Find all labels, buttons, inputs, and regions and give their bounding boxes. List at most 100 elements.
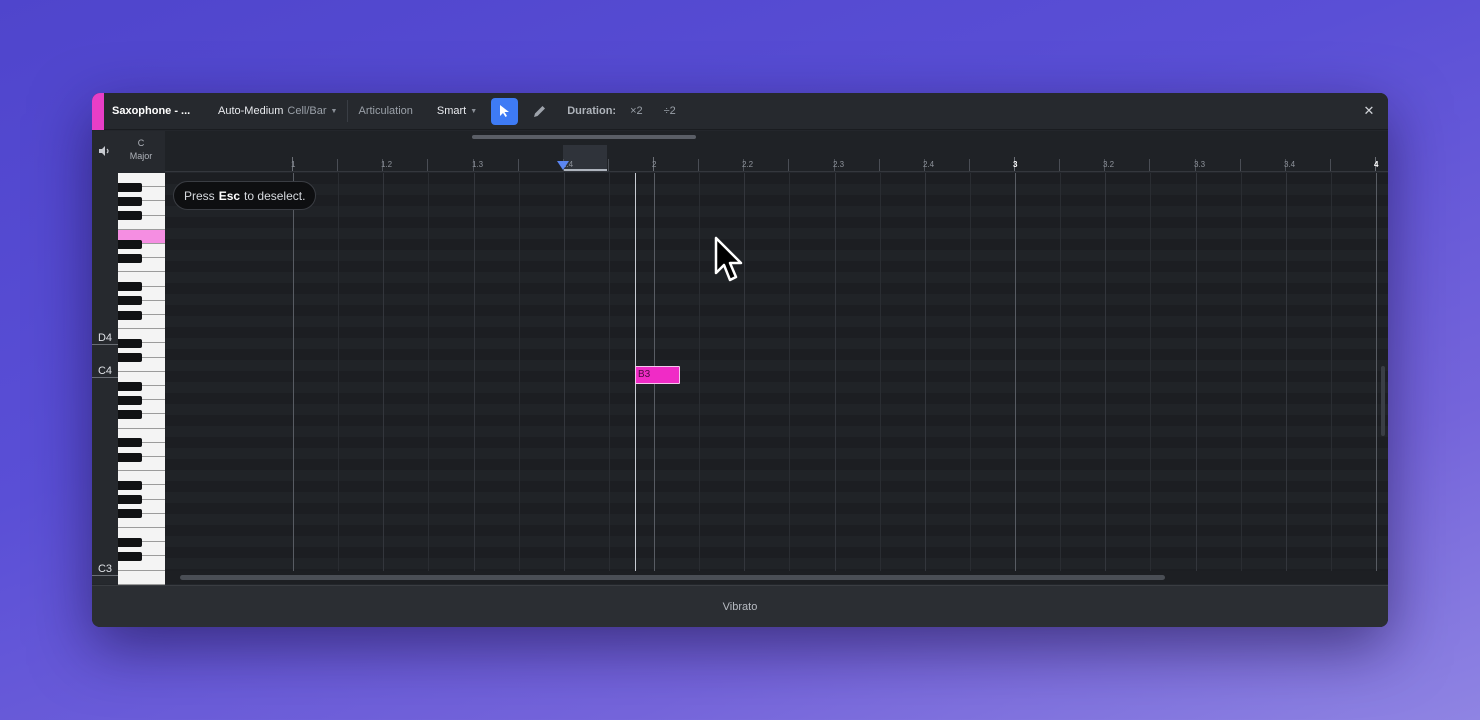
grid-line: [1196, 173, 1197, 584]
piano-black-key[interactable]: [118, 282, 142, 292]
grid-line: [428, 173, 429, 584]
grid-row: [165, 195, 1388, 206]
toolbar-divider: [347, 100, 349, 122]
grid-row: [165, 349, 1388, 360]
horizontal-scrollbar-thumb[interactable]: [180, 575, 1165, 580]
grid-line: [1105, 173, 1106, 584]
ruler-label: 2: [652, 160, 657, 169]
grid-row: [165, 525, 1388, 536]
duration-multiply-button[interactable]: ×2: [630, 105, 643, 117]
ruler-label: 2.4: [923, 160, 935, 169]
deselect-hint-tooltip: Press Esc to deselect.: [173, 181, 317, 210]
ruler-scroll-indicator[interactable]: [472, 135, 696, 139]
piano-black-key[interactable]: [118, 480, 142, 490]
speaker-icon[interactable]: [98, 145, 112, 157]
grid-line: [474, 173, 475, 584]
piano-black-key[interactable]: [118, 381, 142, 391]
grid-row: [165, 459, 1388, 470]
grid-line: [564, 173, 565, 584]
piano-black-key[interactable]: [118, 509, 142, 519]
grid-row: [165, 481, 1388, 492]
piano-black-key[interactable]: [118, 495, 142, 505]
piano-black-key[interactable]: [118, 338, 142, 348]
quantize-dropdown[interactable]: Auto-Medium Cell/Bar ▼: [218, 105, 337, 117]
piano-black-key[interactable]: [118, 438, 142, 448]
grid-row: [165, 173, 1388, 184]
grid-line: [609, 173, 610, 584]
piano-black-key[interactable]: [118, 296, 142, 306]
grid-line: [519, 173, 520, 584]
piano-white-key[interactable]: [118, 571, 165, 585]
horizontal-scrollbar[interactable]: [165, 571, 1388, 584]
grid-row: [165, 217, 1388, 228]
scale-selector[interactable]: C Major: [118, 137, 164, 163]
grid-row: [165, 261, 1388, 272]
vertical-scrollbar-thumb[interactable]: [1381, 366, 1385, 436]
piano-black-key[interactable]: [118, 182, 142, 192]
piano-black-key[interactable]: [118, 353, 142, 363]
timeline-ruler[interactable]: 11.21.31.422.22.32.433.23.33.444.2: [165, 131, 1388, 172]
pencil-tool-button[interactable]: [526, 98, 553, 125]
ruler-tick: [427, 159, 428, 171]
grid-line: [925, 173, 926, 584]
piano-black-key[interactable]: [118, 537, 142, 547]
piano-roll-toolbar: Saxophone - ... Auto-Medium Cell/Bar ▼ A…: [92, 93, 1388, 130]
ruler-tick: [879, 159, 880, 171]
piano-black-key[interactable]: [118, 395, 142, 405]
duration-label: Duration:: [567, 105, 617, 117]
piano-black-key[interactable]: [118, 310, 142, 320]
ruler-label: 3: [1013, 160, 1018, 169]
ruler-tick: [608, 159, 609, 171]
ruler-tick: [698, 159, 699, 171]
hint-key: Esc: [218, 188, 241, 203]
grid-row: [165, 437, 1388, 448]
ruler-tick: [1059, 159, 1060, 171]
piano-black-key[interactable]: [118, 452, 142, 462]
ruler-label: 3.4: [1284, 160, 1296, 169]
grid-line: [1241, 173, 1242, 584]
grid-bar-line: [1376, 173, 1377, 584]
caret-down-icon: ▼: [470, 107, 478, 115]
ruler-tick: [518, 159, 519, 171]
grid-row: [165, 283, 1388, 294]
midi-note[interactable]: B3: [635, 366, 680, 384]
note-grid[interactable]: B3: [165, 173, 1388, 584]
grid-line: [699, 173, 700, 584]
grid-bar-line: [1015, 173, 1016, 584]
piano-black-key[interactable]: [118, 239, 142, 249]
ruler-label: 3.2: [1103, 160, 1115, 169]
ruler-tick: [337, 159, 338, 171]
automation-lane-footer[interactable]: Vibrato: [92, 585, 1388, 627]
piano-black-key[interactable]: [118, 253, 142, 263]
piano-black-key[interactable]: [118, 211, 142, 221]
grid-line: [1060, 173, 1061, 584]
grid-line: [383, 173, 384, 584]
grid-line: [789, 173, 790, 584]
ruler-tick: [1149, 159, 1150, 171]
grid-row: [165, 547, 1388, 558]
grid-line: [1331, 173, 1332, 584]
hint-prefix: Press: [184, 188, 215, 203]
pencil-tool-icon: [534, 105, 546, 117]
track-title[interactable]: Saxophone - ...: [112, 105, 202, 117]
pointer-tool-button[interactable]: [491, 97, 519, 125]
playhead-marker[interactable]: [557, 161, 569, 170]
ruler-tick: [1240, 159, 1241, 171]
ruler-label: 1: [291, 160, 296, 169]
scale-mode: Major: [129, 151, 153, 161]
piano-black-key[interactable]: [118, 409, 142, 419]
close-button[interactable]: ✕: [1360, 102, 1378, 120]
piano-black-key[interactable]: [118, 196, 142, 206]
piano-black-key[interactable]: [118, 551, 142, 561]
grid-line: [1286, 173, 1287, 584]
vertical-scrollbar[interactable]: [1380, 356, 1386, 450]
grid-row: [165, 393, 1388, 404]
ruler-label: 1.3: [472, 160, 484, 169]
piano-keyboard[interactable]: [118, 173, 165, 585]
mode-dropdown[interactable]: Smart ▼: [437, 105, 477, 117]
mouse-cursor-icon: [714, 236, 743, 282]
duration-divide-button[interactable]: ÷2: [664, 105, 676, 117]
ruler-tick: [788, 159, 789, 171]
grid-line: [835, 173, 836, 584]
articulation-button[interactable]: Articulation: [358, 105, 412, 117]
